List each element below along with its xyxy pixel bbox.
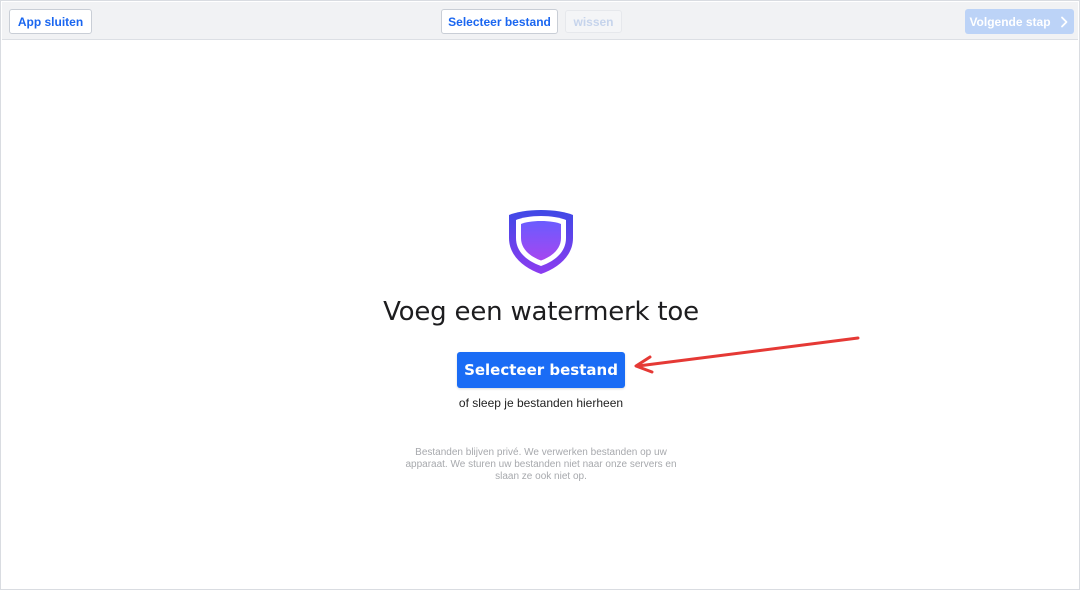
select-file-label: Selecteer bestand: [464, 361, 618, 379]
shield-icon: [509, 210, 573, 274]
page-title: Voeg een watermerk toe: [383, 297, 699, 327]
select-file-button[interactable]: Selecteer bestand: [457, 352, 625, 388]
upload-area: Voeg een watermerk toe Selecteer bestand…: [1, 1, 1080, 591]
drop-hint: of sleep je bestanden hierheen: [458, 396, 624, 410]
app-window: App sluiten Selecteer bestand wissen Vol…: [0, 0, 1080, 590]
annotation-arrow: [634, 336, 860, 374]
privacy-note: Bestanden blijven privé. We verwerken be…: [405, 447, 677, 482]
